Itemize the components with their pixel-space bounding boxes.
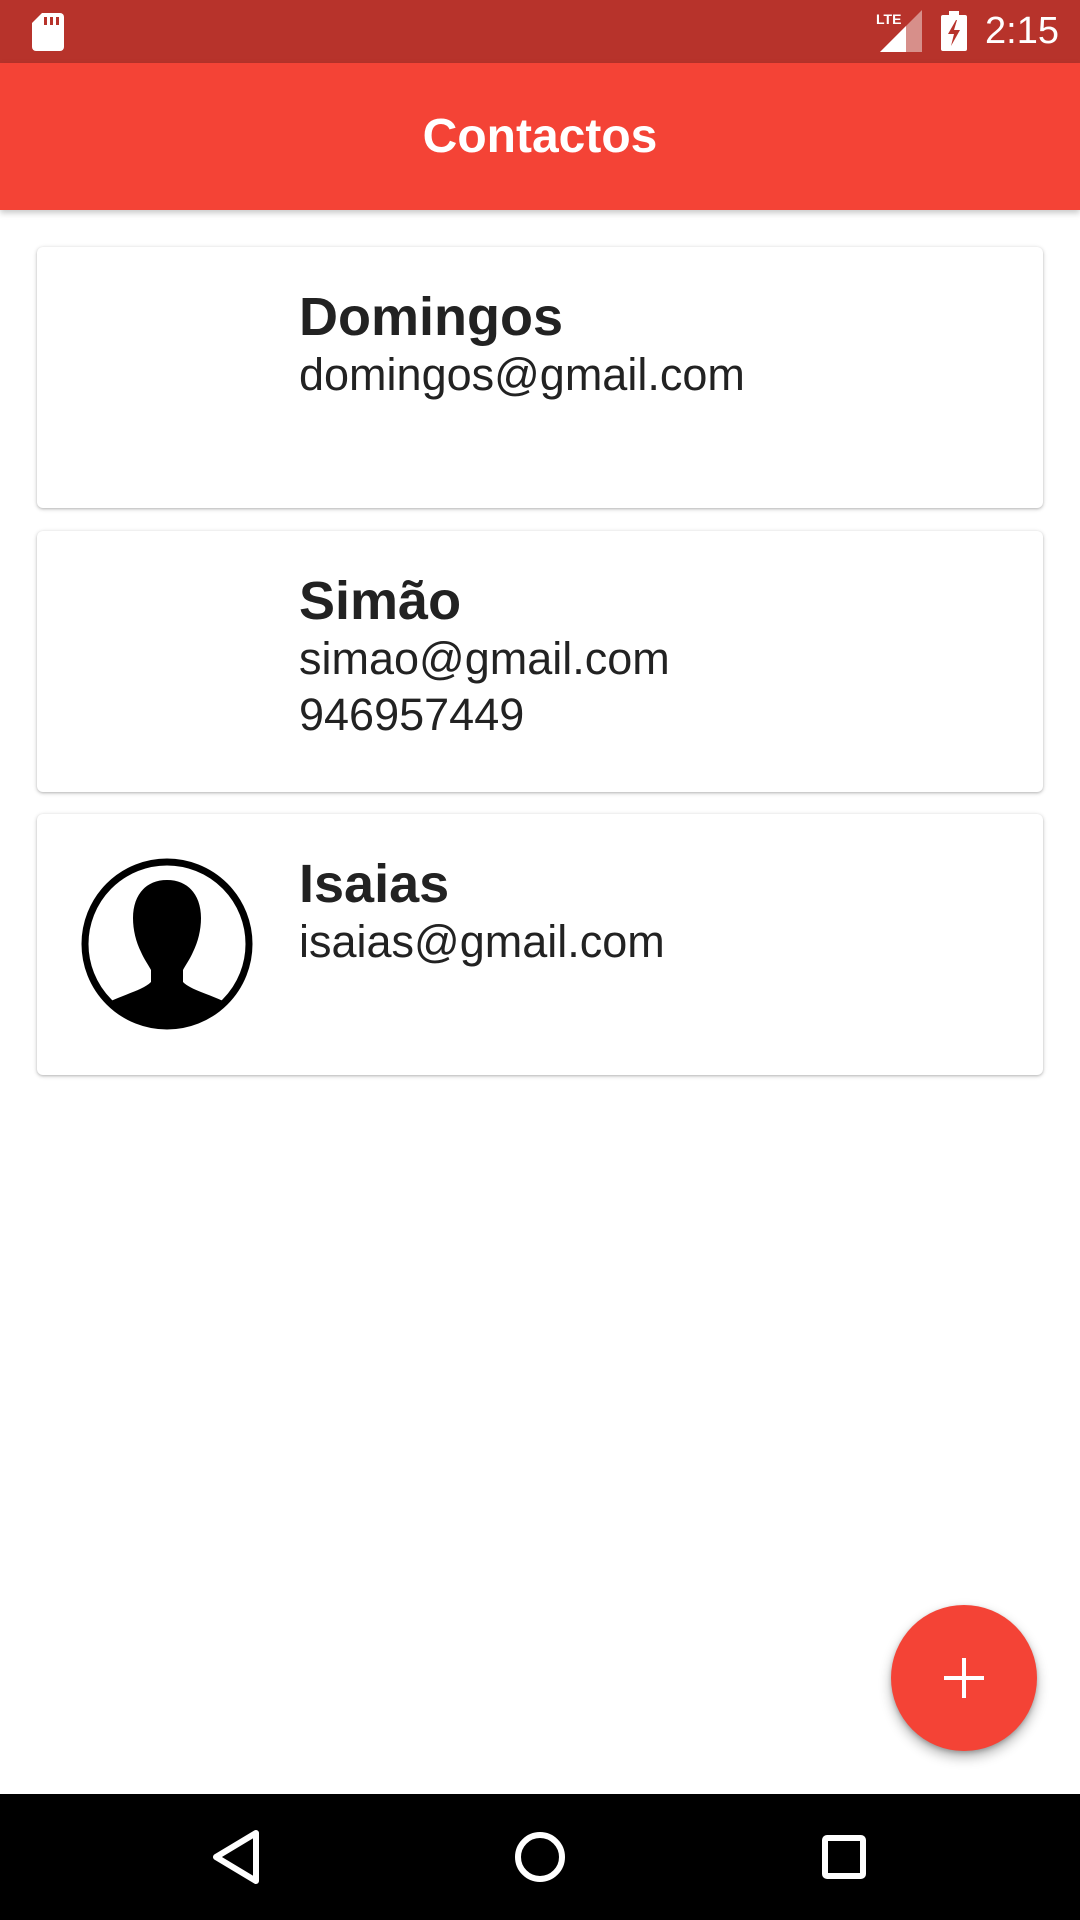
status-bar: LTE 2:15 bbox=[0, 0, 1080, 63]
add-contact-button[interactable] bbox=[891, 1605, 1037, 1751]
recents-icon[interactable] bbox=[804, 1817, 884, 1897]
app-bar: Contactos bbox=[0, 63, 1080, 210]
plus-icon bbox=[944, 1658, 984, 1698]
contact-card[interactable]: Domingos domingos@gmail.com bbox=[37, 247, 1043, 508]
contact-phone: 946957449 bbox=[299, 689, 525, 740]
contact-email: simao@gmail.com bbox=[299, 633, 670, 684]
contact-email: isaias@gmail.com bbox=[299, 916, 665, 967]
person-silhouette-icon bbox=[81, 858, 253, 1030]
contact-name: Simão bbox=[299, 571, 462, 631]
contact-card[interactable]: Simão simao@gmail.com 946957449 bbox=[37, 531, 1043, 792]
home-icon[interactable] bbox=[500, 1817, 580, 1897]
app-bar-title: Contactos bbox=[422, 110, 658, 163]
contact-name: Isaias bbox=[299, 854, 450, 914]
screen: LTE 2:15 Contactos Domingos domingos@gma… bbox=[0, 0, 1080, 1920]
status-clock: 2:15 bbox=[985, 10, 1059, 52]
network-label: LTE bbox=[876, 11, 901, 27]
battery-charging-icon bbox=[941, 11, 967, 51]
contact-email: domingos@gmail.com bbox=[299, 349, 745, 400]
lte-signal-icon: LTE bbox=[876, 10, 922, 52]
back-icon[interactable] bbox=[196, 1817, 276, 1897]
contact-name: Domingos bbox=[299, 287, 563, 347]
sd-card-icon bbox=[32, 13, 64, 51]
contact-card[interactable]: Isaias isaias@gmail.com bbox=[37, 814, 1043, 1075]
navigation-bar bbox=[0, 1794, 1080, 1920]
